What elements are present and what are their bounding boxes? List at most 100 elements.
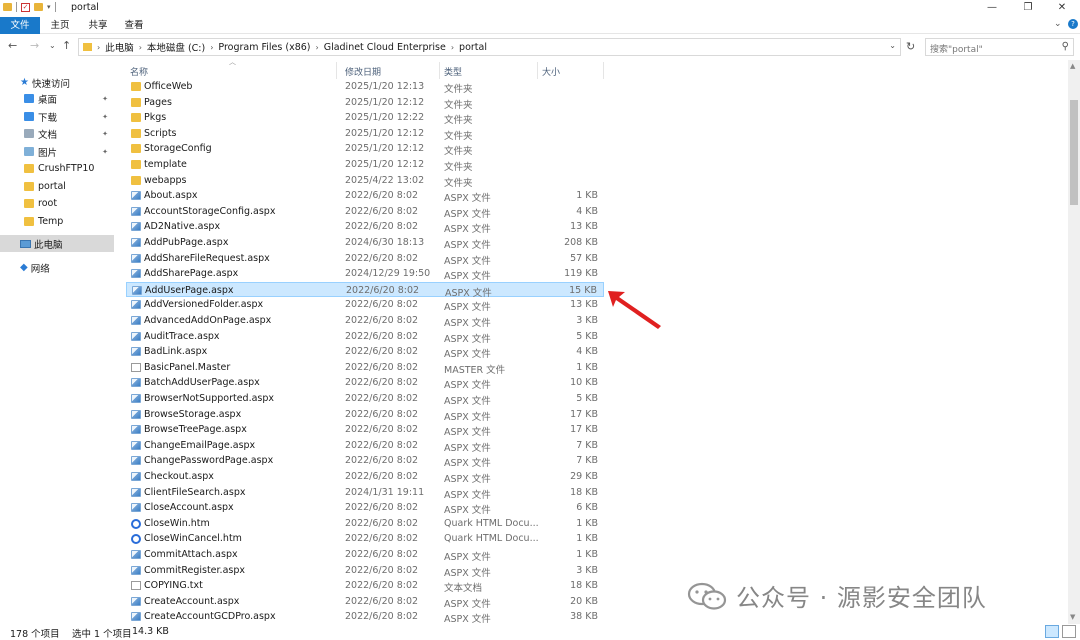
sidebar-item-crushftp10[interactable]: CrushFTP10 — [0, 160, 114, 177]
chevron-down-icon[interactable]: ⌄ — [1054, 19, 1062, 29]
vertical-scrollbar[interactable]: ▲ ▼ — [1068, 60, 1080, 624]
forward-icon[interactable]: → — [30, 39, 39, 52]
table-row[interactable]: AddShareFileRequest.aspx 2022/6/20 8:02 AS… — [126, 251, 604, 267]
table-row[interactable]: BasicPanel.Master 2022/6/20 8:02 MASTER 文件… — [126, 360, 604, 376]
close-button[interactable]: ✕ — [1044, 0, 1080, 17]
sidebar-item-documents[interactable]: 文档 ✦ — [0, 125, 114, 142]
sidebar-item-portal[interactable]: portal — [0, 178, 114, 195]
properties-icon[interactable]: ✓ — [21, 2, 30, 12]
recent-locations-icon[interactable]: ⌄ — [49, 41, 56, 50]
column-header-name[interactable]: 名称 — [130, 65, 148, 78]
scroll-up-icon[interactable]: ▲ — [1070, 62, 1075, 70]
address-dropdown-icon[interactable]: ⌄ — [889, 41, 896, 50]
file-date: 2022/6/20 8:02 — [345, 533, 419, 545]
table-row[interactable]: COPYING.txt 2022/6/20 8:02 文本文档 18 KB — [126, 578, 604, 594]
table-row[interactable]: BrowserNotSupported.aspx 2022/6/20 8:02 AS… — [126, 391, 604, 407]
file-type: 文本文档 — [444, 583, 483, 595]
tab-home[interactable]: 主页 — [44, 17, 76, 34]
breadcrumb-program-files[interactable]: Program Files (x86) — [218, 42, 310, 53]
column-header-size[interactable]: 大小 — [542, 65, 560, 78]
file-size: 18 KB — [570, 486, 598, 498]
file-date: 2025/1/20 12:12 — [345, 143, 425, 155]
table-row[interactable]: ClientFileSearch.aspx 2024/1/31 19:11 ASPX… — [126, 485, 604, 501]
table-row[interactable]: Pkgs 2025/1/20 12:22 文件夹 — [126, 110, 604, 126]
table-row[interactable]: BadLink.aspx 2022/6/20 8:02 ASPX 文件 4 KB — [126, 344, 604, 360]
table-row[interactable]: AddVersionedFolder.aspx 2022/6/20 8:02 ASP… — [126, 297, 604, 313]
column-divider[interactable] — [603, 62, 604, 79]
breadcrumb-this-pc[interactable]: 此电脑 — [105, 40, 134, 54]
table-row[interactable]: CommitRegister.aspx 2022/6/20 8:02 ASPX 文件… — [126, 563, 604, 579]
table-row[interactable]: About.aspx 2022/6/20 8:02 ASPX 文件 1 KB — [126, 188, 604, 204]
table-row[interactable]: AccountStorageConfig.aspx 2022/6/20 8:02 A… — [126, 204, 604, 220]
breadcrumb-portal[interactable]: portal — [459, 42, 487, 53]
column-header-type[interactable]: 类型 — [444, 65, 462, 78]
sidebar-item-network[interactable]: ◆ 网络 — [0, 259, 114, 276]
minimize-button[interactable]: — — [974, 0, 1010, 17]
file-date: 2022/6/20 8:02 — [345, 221, 419, 233]
column-divider[interactable] — [537, 62, 538, 79]
table-row[interactable]: CommitAttach.aspx 2022/6/20 8:02 ASPX 文件 1 … — [126, 547, 604, 563]
scrollbar-thumb[interactable] — [1070, 100, 1078, 205]
table-row[interactable]: AuditTrace.aspx 2022/6/20 8:02 ASPX 文件 5 KB — [126, 329, 604, 345]
tab-view[interactable]: 查看 — [118, 17, 150, 34]
breadcrumb-gladinet[interactable]: Gladinet Cloud Enterprise — [324, 42, 446, 53]
desktop-icon — [24, 94, 34, 103]
table-row[interactable]: CreateAccountGCDPro.aspx 2022/6/20 8:02 AS… — [126, 609, 604, 625]
table-row[interactable]: StorageConfig 2025/1/20 12:12 文件夹 — [126, 141, 604, 157]
file-size: 13 KB — [570, 221, 598, 233]
table-row[interactable]: CloseWin.htm 2022/6/20 8:02 Quark HTML Doc… — [126, 516, 604, 532]
table-row[interactable]: AD2Native.aspx 2022/6/20 8:02 ASPX 文件 13 KB — [126, 219, 604, 235]
up-icon[interactable]: ↑ — [62, 39, 71, 52]
file-name: COPYING.txt — [144, 580, 203, 592]
table-row[interactable]: AddPubPage.aspx 2024/6/30 18:13 ASPX 文件 208… — [126, 235, 604, 251]
tab-file[interactable]: 文件 — [0, 17, 40, 34]
table-row[interactable]: BrowseStorage.aspx 2022/6/20 8:02 ASPX 文件 1… — [126, 407, 604, 423]
new-folder-icon[interactable] — [34, 3, 43, 11]
large-icons-view-icon[interactable] — [1062, 625, 1076, 638]
sidebar-item-desktop[interactable]: 桌面 ✦ — [0, 90, 114, 107]
details-view-icon[interactable] — [1045, 625, 1059, 638]
sidebar-item-pictures[interactable]: 图片 ✦ — [0, 143, 114, 160]
table-row-selected[interactable]: AddUserPage.aspx 2022/6/20 8:02 ASPX 文件 15 … — [126, 281, 604, 299]
table-row[interactable]: AdvancedAddOnPage.aspx 2022/6/20 8:02 ASPX… — [126, 313, 604, 329]
column-divider[interactable] — [336, 62, 337, 79]
sidebar-item-downloads[interactable]: 下载 ✦ — [0, 108, 114, 125]
table-row[interactable]: Scripts 2025/1/20 12:12 文件夹 — [126, 126, 604, 142]
file-size: 1 KB — [576, 517, 598, 529]
sidebar-item-this-pc[interactable]: 此电脑 — [0, 235, 114, 252]
sidebar-item-quick-access[interactable]: ★ 快速访问 — [0, 74, 114, 91]
address-bar[interactable]: › 此电脑 › 本地磁盘 (C:) › Program Files (x86) … — [78, 38, 901, 56]
column-divider[interactable] — [439, 62, 440, 79]
search-input[interactable]: 搜索"portal" ⚲ — [925, 38, 1074, 56]
file-date: 2025/1/20 12:12 — [345, 96, 425, 108]
table-row[interactable]: BatchAddUserPage.aspx 2022/6/20 8:02 ASPX … — [126, 375, 604, 391]
table-row[interactable]: CloseAccount.aspx 2022/6/20 8:02 ASPX 文件 6 … — [126, 500, 604, 516]
table-row[interactable]: CreateAccount.aspx 2022/6/20 8:02 ASPX 文件 2… — [126, 594, 604, 610]
file-type: ASPX 文件 — [444, 271, 491, 283]
column-header-date[interactable]: 修改日期 — [345, 65, 381, 78]
table-row[interactable]: OfficeWeb 2025/1/20 12:13 文件夹 — [126, 79, 604, 95]
sidebar-item-temp[interactable]: Temp — [0, 213, 114, 230]
table-row[interactable]: webapps 2025/4/22 13:02 文件夹 — [126, 173, 604, 189]
table-row[interactable]: Pages 2025/1/20 12:12 文件夹 — [126, 95, 604, 111]
network-icon: ◆ — [20, 262, 28, 273]
table-row[interactable]: BrowseTreePage.aspx 2022/6/20 8:02 ASPX 文件… — [126, 422, 604, 438]
table-row[interactable]: template 2025/1/20 12:12 文件夹 — [126, 157, 604, 173]
breadcrumb-separator: › — [210, 42, 214, 52]
file-date: 2022/6/20 8:02 — [345, 393, 419, 404]
table-row[interactable]: ChangeEmailPage.aspx 2022/6/20 8:02 ASPX 文… — [126, 438, 604, 454]
sidebar-item-root[interactable]: root — [0, 195, 114, 212]
refresh-icon[interactable]: ↻ — [906, 40, 915, 53]
table-row[interactable]: ChangePasswordPage.aspx 2022/6/20 8:02 ASP… — [126, 453, 604, 469]
breadcrumb-separator: › — [315, 42, 319, 52]
table-row[interactable]: Checkout.aspx 2022/6/20 8:02 ASPX 文件 29 KB — [126, 469, 604, 485]
table-row[interactable]: AddSharePage.aspx 2024/12/29 19:50 ASPX 文件… — [126, 266, 604, 282]
breadcrumb-c-drive[interactable]: 本地磁盘 (C:) — [147, 40, 205, 54]
table-row[interactable]: CloseWinCancel.htm 2022/6/20 8:02 Quark HT… — [126, 531, 604, 547]
maximize-button[interactable]: ❐ — [1010, 0, 1046, 17]
customize-toolbar-icon[interactable]: ▾ — [47, 3, 51, 11]
back-icon[interactable]: ← — [8, 39, 17, 52]
tab-share[interactable]: 共享 — [82, 17, 114, 34]
scroll-down-icon[interactable]: ▼ — [1070, 613, 1075, 621]
help-icon[interactable]: ? — [1068, 19, 1078, 29]
